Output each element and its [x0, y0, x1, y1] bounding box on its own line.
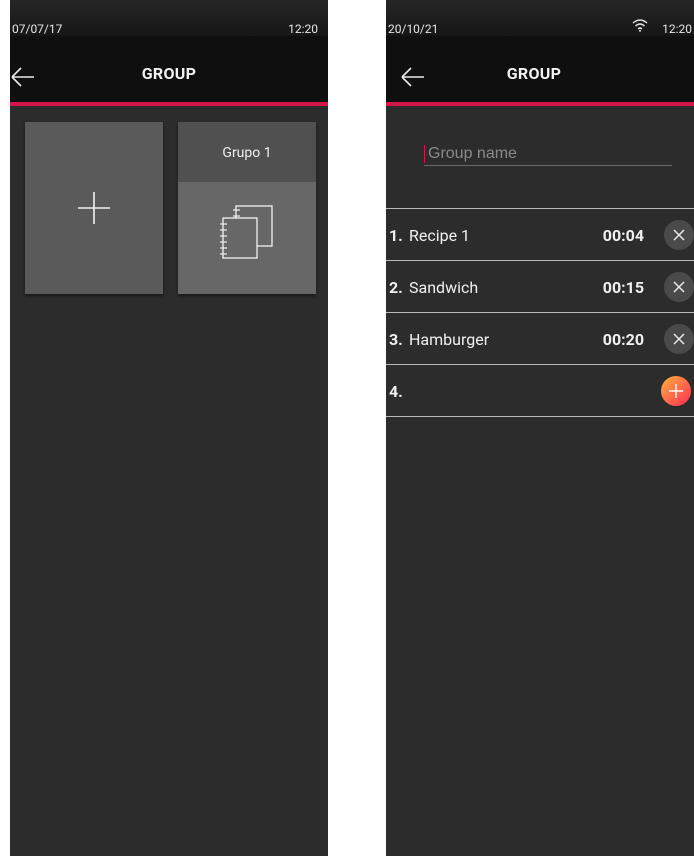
add-recipe-button[interactable]: [661, 376, 691, 406]
remove-recipe-button[interactable]: [664, 324, 694, 354]
recipe-row[interactable]: 3. Hamburger 00:20: [386, 312, 694, 364]
plus-icon: [78, 192, 110, 224]
recipe-index: 2.: [389, 278, 403, 297]
status-date: 07/07/17: [12, 22, 63, 36]
status-bar: 20/10/21 12:20: [386, 0, 694, 36]
close-icon: [673, 333, 685, 345]
add-group-tile[interactable]: [25, 122, 163, 294]
recipe-name: Sandwich: [409, 278, 479, 297]
app-bar: GROUP: [10, 36, 328, 102]
recipe-index: 4.: [389, 382, 403, 401]
accent-bar: [10, 102, 328, 106]
recipe-duration: 00:15: [602, 278, 644, 297]
group-tile-body: [178, 182, 316, 294]
recipe-name: Recipe 1: [409, 226, 471, 245]
recipe-index: 1.: [389, 226, 403, 245]
status-date: 20/10/21: [388, 22, 439, 36]
text-caret: [424, 145, 425, 163]
close-icon: [673, 229, 685, 241]
recipe-index: 3.: [389, 330, 403, 349]
status-bar: 07/07/17 12:20: [10, 0, 328, 36]
recipe-row[interactable]: 1. Recipe 1 00:04: [386, 208, 694, 260]
page-title: GROUP: [506, 64, 562, 83]
group-name-field: [424, 143, 672, 166]
recipe-row[interactable]: 2. Sandwich 00:15: [386, 260, 694, 312]
close-icon: [673, 281, 685, 293]
recipe-book-icon: [220, 205, 273, 259]
status-time: 12:20: [288, 22, 318, 36]
page-title: GROUP: [141, 64, 197, 83]
remove-recipe-button[interactable]: [664, 272, 694, 302]
app-bar: GROUP: [386, 36, 694, 102]
group-name-input[interactable]: [428, 143, 628, 165]
recipe-duration: 00:04: [602, 226, 644, 245]
status-time: 12:20: [662, 22, 692, 36]
new-recipe-row[interactable]: 4.: [386, 364, 694, 417]
group-tile-label: Grupo 1: [178, 122, 316, 182]
recipe-name: Hamburger: [409, 330, 490, 349]
remove-recipe-button[interactable]: [664, 220, 694, 250]
accent-bar: [386, 102, 694, 106]
group-screen-left: 07/07/17 12:20 GROUP Grupo 1: [10, 0, 328, 856]
group-screen-right: 20/10/21 12:20 GROUP 1. Recipe 1 00:04: [386, 0, 694, 856]
recipe-duration: 00:20: [602, 330, 644, 349]
wifi-icon: [632, 19, 648, 32]
plus-icon: [669, 384, 683, 398]
recipe-list: 1. Recipe 1 00:04 2. Sandwich 00:15 3. H…: [386, 208, 694, 417]
group-tile[interactable]: Grupo 1: [178, 122, 316, 294]
